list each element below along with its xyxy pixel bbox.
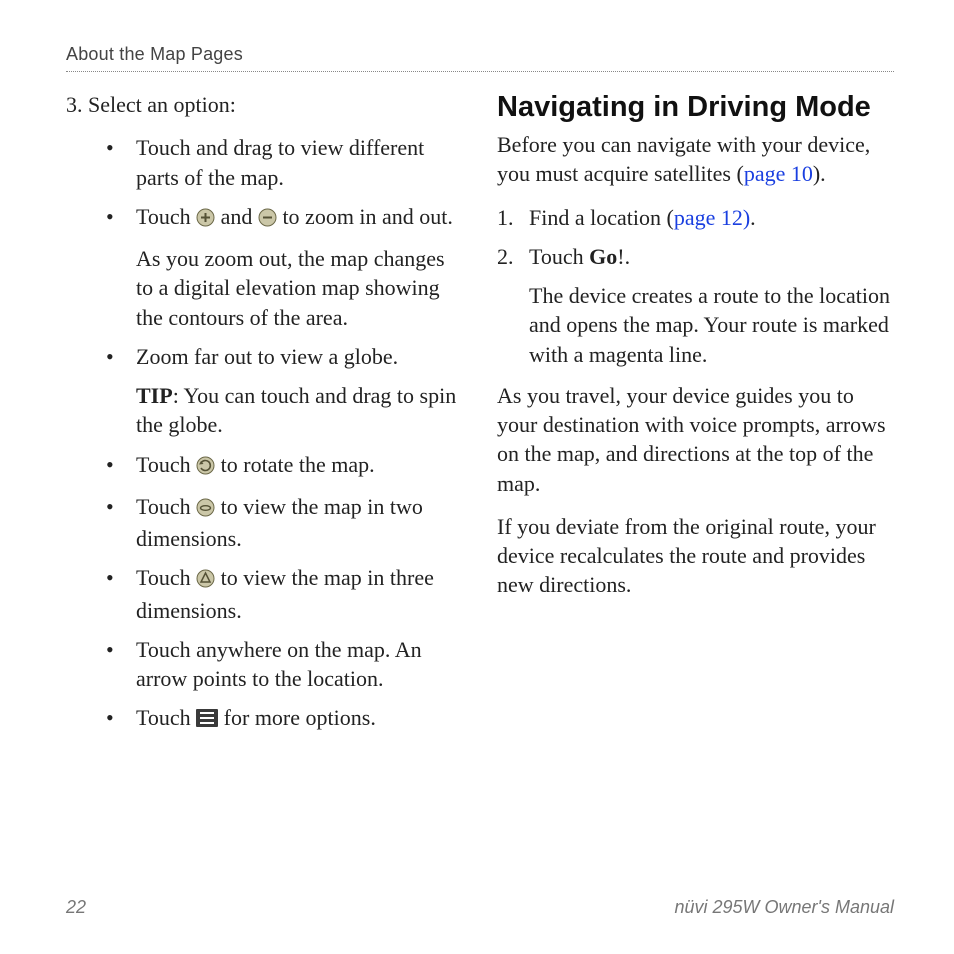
plus-icon — [196, 205, 215, 234]
option-2d: Touch to view the map in two dimensions. — [136, 492, 463, 554]
step-2: 2. Touch Go!. The device creates a route… — [497, 242, 894, 369]
option-zoom: Touch and — [136, 202, 463, 332]
step-2-follow: The device creates a route to the locati… — [529, 281, 894, 369]
three-d-icon — [196, 566, 215, 595]
option-text-a: Touch — [136, 565, 196, 590]
deviation-paragraph: If you deviate from the original route, … — [497, 512, 894, 600]
section-heading: Navigating in Driving Mode — [497, 90, 894, 124]
running-head: About the Map Pages — [66, 44, 894, 71]
option-3d: Touch to view the map in three dimension… — [136, 563, 463, 625]
option-text: Touch and drag to view different parts o… — [136, 135, 424, 189]
page-10-link[interactable]: page 10 — [744, 161, 813, 186]
tip-rest: : You can touch and drag to spin the glo… — [136, 383, 456, 437]
option-drag-map: Touch and drag to view different parts o… — [136, 133, 463, 192]
rotate-icon — [196, 453, 215, 482]
option-text-c: to zoom in and out. — [282, 204, 452, 229]
option-text: Zoom far out to view a globe. — [136, 344, 398, 369]
option-touch-map: Touch anywhere on the map. An arrow poin… — [136, 635, 463, 694]
option-text-b: to rotate the map. — [221, 452, 375, 477]
page-number: 22 — [66, 897, 86, 918]
page-footer: 22 nüvi 295W Owner's Manual — [66, 897, 894, 918]
option-text-a: Touch — [136, 494, 196, 519]
two-column-layout: 3. Select an option: Touch and drag to v… — [66, 90, 894, 743]
step-number: 1. — [497, 203, 514, 232]
menu-icon — [196, 709, 218, 727]
step-3-lead: 3. Select an option: — [66, 90, 463, 119]
step-1-a: Find a location ( — [529, 205, 674, 230]
step-number: 2. — [497, 242, 514, 271]
option-text-a: Touch — [136, 204, 196, 229]
option-globe: Zoom far out to view a globe. TIP: You c… — [136, 342, 463, 440]
option-text-b: for more options. — [224, 705, 376, 730]
option-rotate: Touch to rotate the map. — [136, 450, 463, 482]
step-1: 1. Find a location (page 12). — [497, 203, 894, 232]
step-2-b: !. — [617, 244, 630, 269]
zoom-out-note: As you zoom out, the map changes to a di… — [136, 244, 463, 332]
option-text-a: Touch — [136, 452, 196, 477]
right-column: Navigating in Driving Mode Before you ca… — [497, 90, 894, 743]
steps-list: 1. Find a location (page 12). 2. Touch G… — [497, 203, 894, 369]
option-text-a: Touch — [136, 705, 196, 730]
go-bold: Go — [589, 244, 617, 269]
intro-paragraph: Before you can navigate with your device… — [497, 130, 894, 189]
step-2-a: Touch — [529, 244, 589, 269]
option-text: Touch anywhere on the map. An arrow poin… — [136, 637, 422, 691]
option-text-b: and — [221, 204, 258, 229]
option-list: Touch and drag to view different parts o… — [66, 133, 463, 732]
manual-page: About the Map Pages 3. Select an option:… — [0, 0, 954, 954]
minus-icon — [258, 205, 277, 234]
manual-title: nüvi 295W Owner's Manual — [674, 897, 894, 918]
tip-label: TIP — [136, 383, 173, 408]
intro-b: ). — [813, 161, 826, 186]
two-d-icon — [196, 495, 215, 524]
header-divider — [66, 71, 894, 72]
guidance-paragraph: As you travel, your device guides you to… — [497, 381, 894, 498]
page-12-link[interactable]: page 12) — [674, 205, 750, 230]
globe-tip: TIP: You can touch and drag to spin the … — [136, 381, 463, 440]
option-more-options: Touch for more options. — [136, 703, 463, 732]
step-1-b: . — [750, 205, 756, 230]
left-column: 3. Select an option: Touch and drag to v… — [66, 90, 463, 743]
